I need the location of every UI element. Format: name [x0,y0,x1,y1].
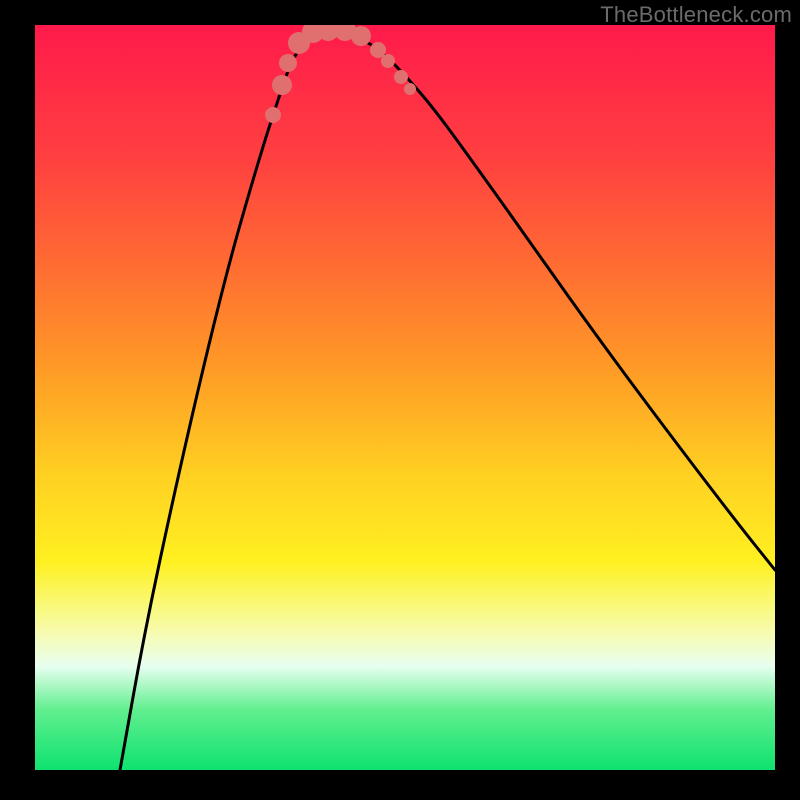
curve-marker [381,54,395,68]
bottleneck-curve [120,30,775,770]
curve-marker [351,26,371,46]
curve-marker [265,107,281,123]
plot-area [35,25,775,770]
chart-frame: TheBottleneck.com [0,0,800,800]
bottleneck-curve-svg [35,25,775,770]
curve-group [120,30,775,770]
curve-marker [394,70,408,84]
curve-marker [279,54,297,72]
curve-marker [404,83,416,95]
curve-marker [272,75,292,95]
